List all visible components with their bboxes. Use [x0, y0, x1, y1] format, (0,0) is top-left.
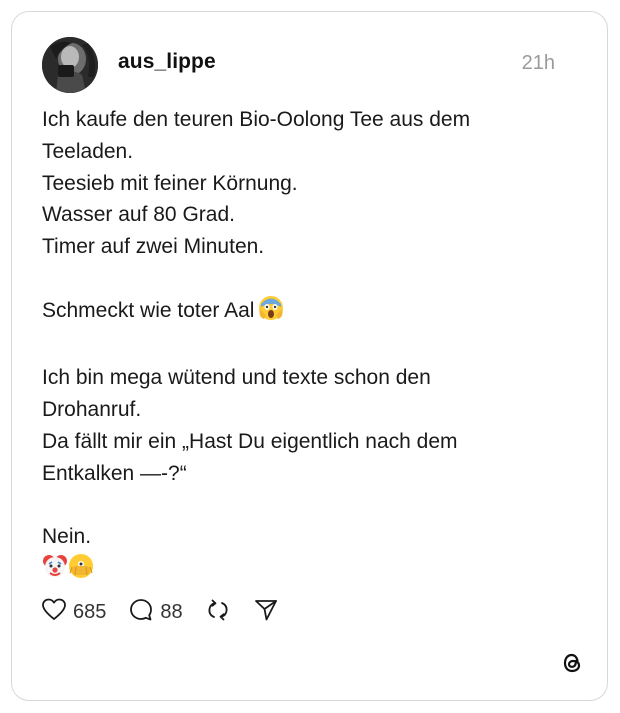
clown-face-emoji [42, 553, 68, 589]
post-line: Da fällt mir ein „Hast Du eigentlich nac… [42, 429, 458, 453]
reply-button[interactable]: 88 [128, 597, 183, 628]
avatar[interactable] [42, 37, 98, 93]
comment-bubble-icon [128, 597, 154, 628]
like-count: 685 [73, 600, 107, 623]
post-line: Teesieb mit feiner Körnung. [42, 171, 298, 195]
share-button[interactable] [253, 597, 279, 628]
repost-icon [205, 597, 231, 628]
post-line: Ich bin mega wütend und texte schon den [42, 366, 431, 390]
reply-count: 88 [160, 600, 183, 623]
post-card: aus_lippe 21h Ich kaufe den teuren Bio-O… [11, 11, 608, 701]
username[interactable]: aus_lippe [118, 50, 216, 74]
post-line-with-emoji: Schmeckt wie toter Aal [42, 295, 572, 331]
repost-button[interactable] [205, 597, 231, 628]
like-button[interactable]: 685 [41, 597, 106, 628]
post-line: Schmeckt wie toter Aal [42, 298, 255, 322]
post-line: Nein. [42, 525, 92, 549]
avatar-photo [42, 37, 98, 93]
post-line: Drohanruf. [42, 398, 142, 422]
post-line: Ich kaufe den teuren Bio-Oolong Tee aus … [42, 108, 471, 131]
threads-logo-icon[interactable] [559, 650, 585, 676]
screaming-face-emoji [258, 295, 284, 331]
post-body: Ich kaufe den teuren Bio-Oolong Tee aus … [42, 104, 572, 589]
emoji-line [42, 553, 572, 589]
post-line: Entkalken —-?“ [42, 461, 187, 485]
heart-icon [41, 597, 67, 628]
send-icon [253, 597, 279, 628]
face-with-peeking-eye-emoji [68, 553, 94, 589]
post-line: Teeladen. [42, 139, 134, 163]
post-line: Wasser auf 80 Grad. [42, 203, 235, 227]
post-line: Timer auf zwei Minuten. [42, 235, 265, 259]
post-timestamp: 21h [521, 52, 555, 74]
action-bar: 685 88 [41, 597, 279, 627]
